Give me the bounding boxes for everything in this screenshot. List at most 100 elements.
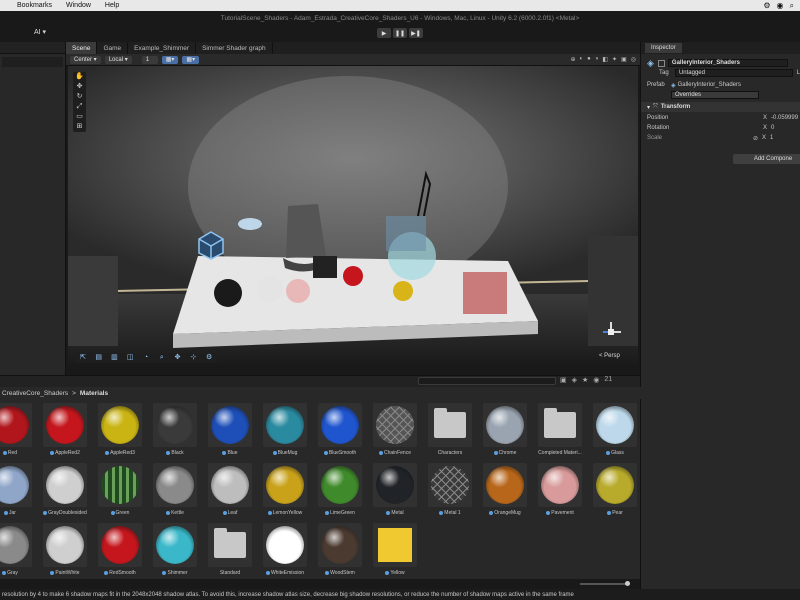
overrides-dropdown[interactable]: Overrides [671,91,759,99]
add-component-label: Add Compone [753,156,793,162]
material-item[interactable]: ChainFence [373,403,421,461]
step-button[interactable]: ▶❚ [409,28,423,38]
material-item[interactable]: Yellow [373,523,421,581]
tab-label: Simmer Shader graph [202,44,266,52]
active-checkbox[interactable] [657,59,665,67]
tab-simmer-shader-graph[interactable]: Simmer Shader graph [196,42,273,54]
material-item[interactable]: Pavement [538,463,586,521]
label-icon[interactable]: ◈ [572,376,577,384]
hand-tool-icon[interactable]: ✋ [73,72,86,82]
tab-scene[interactable]: Scene [66,42,98,54]
pause-button[interactable]: ❚❚ [393,28,407,38]
persp-label[interactable]: < Persp [599,353,620,359]
search-icon[interactable]: ⌕ [790,1,794,11]
material-item[interactable]: Pear [593,463,641,521]
fx-icon[interactable]: ✦ [612,56,617,63]
project-search-input[interactable] [418,377,556,385]
material-item[interactable]: Green [98,463,146,521]
gizmos-icon[interactable]: ◎ [631,56,636,63]
menu-bookmarks[interactable]: Bookmarks [10,2,59,9]
tab-game[interactable]: Game [97,42,129,54]
rotation-x-field[interactable]: 0 [771,125,774,131]
tag-dropdown[interactable]: Untagged [674,69,793,77]
inspector-tab[interactable]: Inspector [641,42,800,54]
material-item[interactable]: Standard [208,523,256,581]
add-component-button[interactable]: Add Compone [733,154,800,164]
material-name: AppleRed2 [55,450,80,456]
pivot-dropdown[interactable]: Center ▾ [70,55,101,64]
status-icon[interactable]: ⚙ [763,1,770,11]
space-dropdown[interactable]: Local ▾ [104,55,132,64]
breadcrumb-root[interactable]: CreativeCore_Shaders [2,390,68,397]
tool-icon-5[interactable]: ◔ [138,353,154,363]
tab-example-shimmer[interactable]: Example_Shimmer [128,42,197,54]
tool-icon-8[interactable]: ⊹ [185,353,201,363]
ai-button[interactable]: AI ▾ [34,28,46,36]
snap-icon[interactable]: ▦▾ [182,55,200,64]
tool-icon-4[interactable]: ◫ [122,353,138,363]
scene-viewport[interactable]: ✋ ✥ ↻ ⤢ ▭ ⊞ ⇱ ▤ ▥ ◫ ◔ ⌕ ✥ ⊹ ⚙ < Persp [68,66,638,365]
shading-icon[interactable]: ◐ [580,56,584,63]
tool-icon-1[interactable]: ⇱ [75,353,91,363]
material-item[interactable]: GrayDoublesided [43,463,91,521]
tool-icon-9[interactable]: ⚙ [201,353,217,363]
material-item[interactable]: Chrome [483,403,531,461]
material-item[interactable]: Red [0,403,36,461]
material-item[interactable]: Kettle [153,463,201,521]
audio-icon[interactable]: ◧ [602,56,608,63]
material-item[interactable]: Leaf [208,463,256,521]
material-item[interactable]: AppleRed3 [98,403,146,461]
hierarchy-search[interactable] [2,57,63,67]
tool-icon-6[interactable]: ⌕ [154,353,170,363]
material-item[interactable]: Gray [0,523,36,581]
material-item[interactable]: Black [153,403,201,461]
tool-icon-7[interactable]: ✥ [170,353,186,363]
grid-value-field[interactable]: 1 [141,55,158,64]
material-item[interactable]: WhiteEmission [263,523,311,581]
grid-snap-icon[interactable]: ▦▾ [161,55,179,64]
menu-help[interactable]: Help [98,2,126,9]
material-item[interactable]: BlueSmooth [318,403,366,461]
prefab-value[interactable]: GalleryInterior_Shaders [678,82,741,88]
draw-mode-icon[interactable]: ⊕ [570,56,575,63]
star-icon[interactable]: ★ [582,376,588,384]
lighting-icon[interactable]: ● [587,56,591,63]
position-x-field[interactable]: -0.059999 [771,115,798,121]
scale-x-field[interactable]: 1 [770,135,773,141]
material-item[interactable]: Blue [208,403,256,461]
link-icon[interactable]: ⊘ [753,135,758,142]
eye-icon[interactable]: ◉ [593,376,599,384]
breadcrumb-current[interactable]: Materials [80,390,108,397]
material-item[interactable]: OrangeMug [483,463,531,521]
material-item[interactable]: PaintWhite [43,523,91,581]
transform-header[interactable]: ▾ ⤧ Transform [641,102,800,112]
rect-tool-icon[interactable]: ▭ [73,112,86,122]
2d-icon[interactable]: ◑ [595,56,599,63]
material-item[interactable]: BlueMug [263,403,311,461]
material-item[interactable]: Characters [428,403,476,461]
tool-icon-2[interactable]: ▤ [91,353,107,363]
material-item[interactable]: RedSmooth [98,523,146,581]
thumbnail-size-slider[interactable] [580,581,630,586]
material-item[interactable]: LimeGreen [318,463,366,521]
material-item[interactable]: WoodStem [318,523,366,581]
menu-window[interactable]: Window [59,2,98,9]
move-tool-icon[interactable]: ✥ [73,82,86,92]
material-item[interactable]: Metal 1 [428,463,476,521]
material-item[interactable]: Jar [0,463,36,521]
camera-icon[interactable]: ▣ [621,56,627,63]
object-name-field[interactable]: GalleryInterior_Shaders [667,59,788,67]
material-item[interactable]: Completed Materi... [538,403,586,461]
material-item[interactable]: LemonYellow [263,463,311,521]
material-item[interactable]: Shimmer [153,523,201,581]
material-item[interactable]: Glass [593,403,641,461]
tool-icon-3[interactable]: ▥ [107,353,123,363]
transform-tool-icon[interactable]: ⊞ [73,122,86,132]
material-item[interactable]: Metal [373,463,421,521]
scale-tool-icon[interactable]: ⤢ [73,102,86,112]
rotate-tool-icon[interactable]: ↻ [73,92,86,102]
status-icon-2[interactable]: ◉ [777,1,784,11]
filter-icon[interactable]: ▣ [560,376,567,384]
play-button[interactable]: ▶ [377,28,391,38]
material-item[interactable]: AppleRed2 [43,403,91,461]
